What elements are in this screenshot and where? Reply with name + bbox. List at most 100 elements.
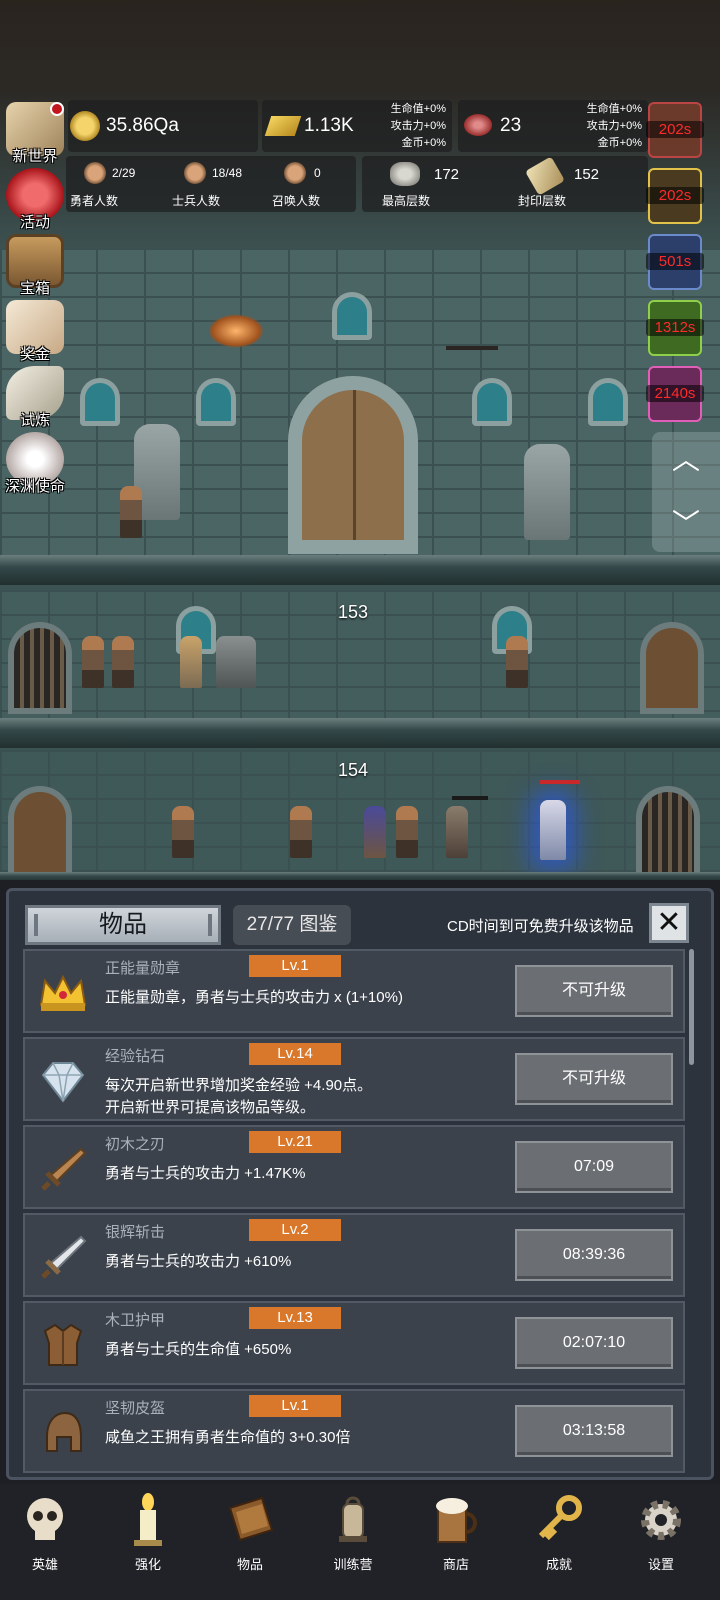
- gold-bonus: 金币+0%: [401, 137, 446, 149]
- buff-timer[interactable]: 2140s: [646, 366, 704, 422]
- item-description-line: 正能量勋章，勇者与士兵的攻击力 x (1+10%): [105, 989, 403, 1006]
- upgrade-button[interactable]: 不可升级: [515, 965, 673, 1017]
- stone-icon: [390, 162, 420, 186]
- side-menu-abyss[interactable]: 深渊使命: [0, 432, 70, 496]
- unit-count-panel: 2/29 勇者人数 18/48 士兵人数 0 召唤人数: [66, 156, 356, 212]
- nav-achievements[interactable]: 成就: [514, 1492, 604, 1588]
- game-scene: 153 154 35.86Qa 1.13K 生命值+0% 攻击力+0% 金币+0…: [0, 0, 720, 880]
- helmet-icon: [33, 1405, 93, 1461]
- silver-sword-icon: [33, 1229, 93, 1285]
- nav-settings[interactable]: 设置: [616, 1492, 706, 1588]
- castle-floor: [0, 555, 720, 585]
- hp-bonus: 生命值+0%: [586, 103, 642, 115]
- nav-label: 训练营: [333, 1557, 373, 1572]
- item-description: 勇者与士兵的生命值 +650%: [105, 1339, 505, 1361]
- mug-icon: [428, 1492, 484, 1548]
- nav-heroes[interactable]: 英雄: [0, 1492, 90, 1588]
- list-item: 正能量勋章 Lv.1 正能量勋章，勇者与士兵的攻击力 x (1+10%) 不可升…: [23, 949, 685, 1033]
- item-level-badge: Lv.1: [249, 955, 341, 977]
- upgrade-timer-button[interactable]: 03:13:58: [515, 1405, 673, 1457]
- item-name: 银辉斩击: [105, 1224, 166, 1241]
- gold-coin-icon: [70, 111, 100, 141]
- sealed-floor-value: 152: [574, 166, 600, 183]
- soldier-count-label: 士兵人数: [172, 194, 221, 208]
- item-list[interactable]: 正能量勋章 Lv.1 正能量勋章，勇者与士兵的攻击力 x (1+10%) 不可升…: [23, 949, 685, 1479]
- side-menu-bonus[interactable]: 奖金: [0, 300, 70, 364]
- nav-label: 强化: [134, 1557, 161, 1572]
- gold-bar-value: 1.13K: [304, 115, 354, 136]
- scroll-up-button[interactable]: ︿: [666, 442, 706, 478]
- side-menu-new-world[interactable]: 新世界: [0, 102, 70, 166]
- timer-text: 202s: [646, 121, 704, 138]
- item-description: 勇者与士兵的攻击力 +1.47K%: [105, 1163, 505, 1185]
- list-scrollbar[interactable]: [689, 949, 694, 1065]
- key-icon: [531, 1492, 587, 1548]
- candle-icon: [120, 1492, 176, 1548]
- gold-bar-icon: [264, 116, 302, 136]
- cd-tip-text: CD时间到可免费升级该物品: [447, 918, 634, 935]
- items-panel: 物品 27/77 图鉴 CD时间到可免费升级该物品 ✕ 正能量勋章 Lv.1 正…: [6, 888, 714, 1480]
- upgrade-timer-button[interactable]: 02:07:10: [515, 1317, 673, 1369]
- upgrade-timer-button[interactable]: 08:39:36: [515, 1229, 673, 1281]
- nav-enhance[interactable]: 强化: [103, 1492, 193, 1588]
- enemy-hp-bar: [540, 780, 580, 784]
- tab-catalog[interactable]: 27/77 图鉴: [233, 905, 351, 945]
- timer-text: 2140s: [646, 385, 704, 402]
- buff-timer[interactable]: 1312s: [646, 300, 704, 356]
- item-description-line: 勇者与士兵的攻击力 +1.47K%: [105, 1165, 306, 1182]
- side-menu-label: 活动: [19, 214, 50, 231]
- scroll-down-button[interactable]: ﹀: [666, 506, 706, 542]
- item-description-line: 每次开启新世界增加奖金经验 +4.90点。: [105, 1077, 373, 1094]
- buff-timer[interactable]: 501s: [646, 234, 704, 290]
- item-name: 经验钻石: [105, 1048, 166, 1065]
- buff-timer[interactable]: 202s: [646, 102, 704, 158]
- timer-text: 202s: [646, 187, 704, 204]
- hero-sprite: [396, 806, 418, 858]
- item-description-line: 勇者与士兵的攻击力 +610%: [105, 1253, 292, 1270]
- castle-window: [588, 378, 628, 426]
- hero-sprite: [290, 806, 312, 858]
- castle-window: [332, 292, 372, 340]
- enemy-hp-bar: [452, 796, 488, 800]
- zombie-enemy-sprite: [446, 806, 468, 858]
- dungeon-gate: [636, 786, 700, 878]
- item-description-line: 开启新世界可提高该物品等级。: [105, 1099, 316, 1116]
- castle-door: [288, 376, 418, 554]
- upgrade-timer-button[interactable]: 07:09: [515, 1141, 673, 1193]
- side-menu-chest[interactable]: 宝箱: [0, 234, 70, 298]
- item-description: 正能量勋章，勇者与士兵的攻击力 x (1+10%): [105, 987, 505, 1009]
- seal-scroll-icon: [525, 156, 565, 196]
- side-menu-event[interactable]: 活动: [0, 168, 70, 232]
- summon-count-label: 召唤人数: [272, 194, 321, 208]
- hero-count: 2/29: [112, 166, 136, 180]
- side-menu-trial[interactable]: 试炼: [0, 366, 70, 430]
- sealed-floor-label: 封印层数: [518, 194, 567, 208]
- gold-bar-counter: 1.13K 生命值+0% 攻击力+0% 金币+0%: [262, 100, 452, 152]
- item-description: 勇者与士兵的攻击力 +610%: [105, 1251, 505, 1273]
- summon-count: 0: [314, 166, 321, 180]
- gold-bonus: 金币+0%: [597, 137, 642, 149]
- lantern-icon: [325, 1492, 381, 1548]
- side-menu-label: 试炼: [19, 412, 50, 429]
- nav-shop[interactable]: 商店: [411, 1492, 501, 1588]
- soldier-face-icon: [184, 162, 206, 184]
- upgrade-button[interactable]: 不可升级: [515, 1053, 673, 1105]
- gold-bar-bonus-stats: 生命值+0% 攻击力+0% 金币+0%: [391, 101, 446, 152]
- item-level-badge: Lv.1: [249, 1395, 341, 1417]
- nav-items[interactable]: 物品: [205, 1492, 295, 1588]
- list-item: 初木之刃 Lv.21 勇者与士兵的攻击力 +1.47K% 07:09: [23, 1125, 685, 1209]
- castle-floor: [0, 718, 720, 748]
- gear-icon: [633, 1492, 689, 1548]
- chandelier: [446, 326, 498, 350]
- wizard-sprite: [364, 806, 386, 858]
- hero-count-label: 勇者人数: [70, 194, 119, 208]
- side-menu-label: 新世界: [12, 148, 58, 165]
- nav-training-camp[interactable]: 训练营: [308, 1492, 398, 1588]
- close-button[interactable]: ✕: [649, 903, 689, 943]
- nav-label: 物品: [236, 1557, 263, 1572]
- bottom-nav: 英雄 强化 物品 训练营 商店 成就 设置: [0, 1484, 720, 1600]
- tab-items[interactable]: 物品: [25, 905, 221, 945]
- buff-timer[interactable]: 202s: [646, 168, 704, 224]
- soldier-sprite: [180, 636, 202, 688]
- nav-label: 设置: [647, 1557, 674, 1572]
